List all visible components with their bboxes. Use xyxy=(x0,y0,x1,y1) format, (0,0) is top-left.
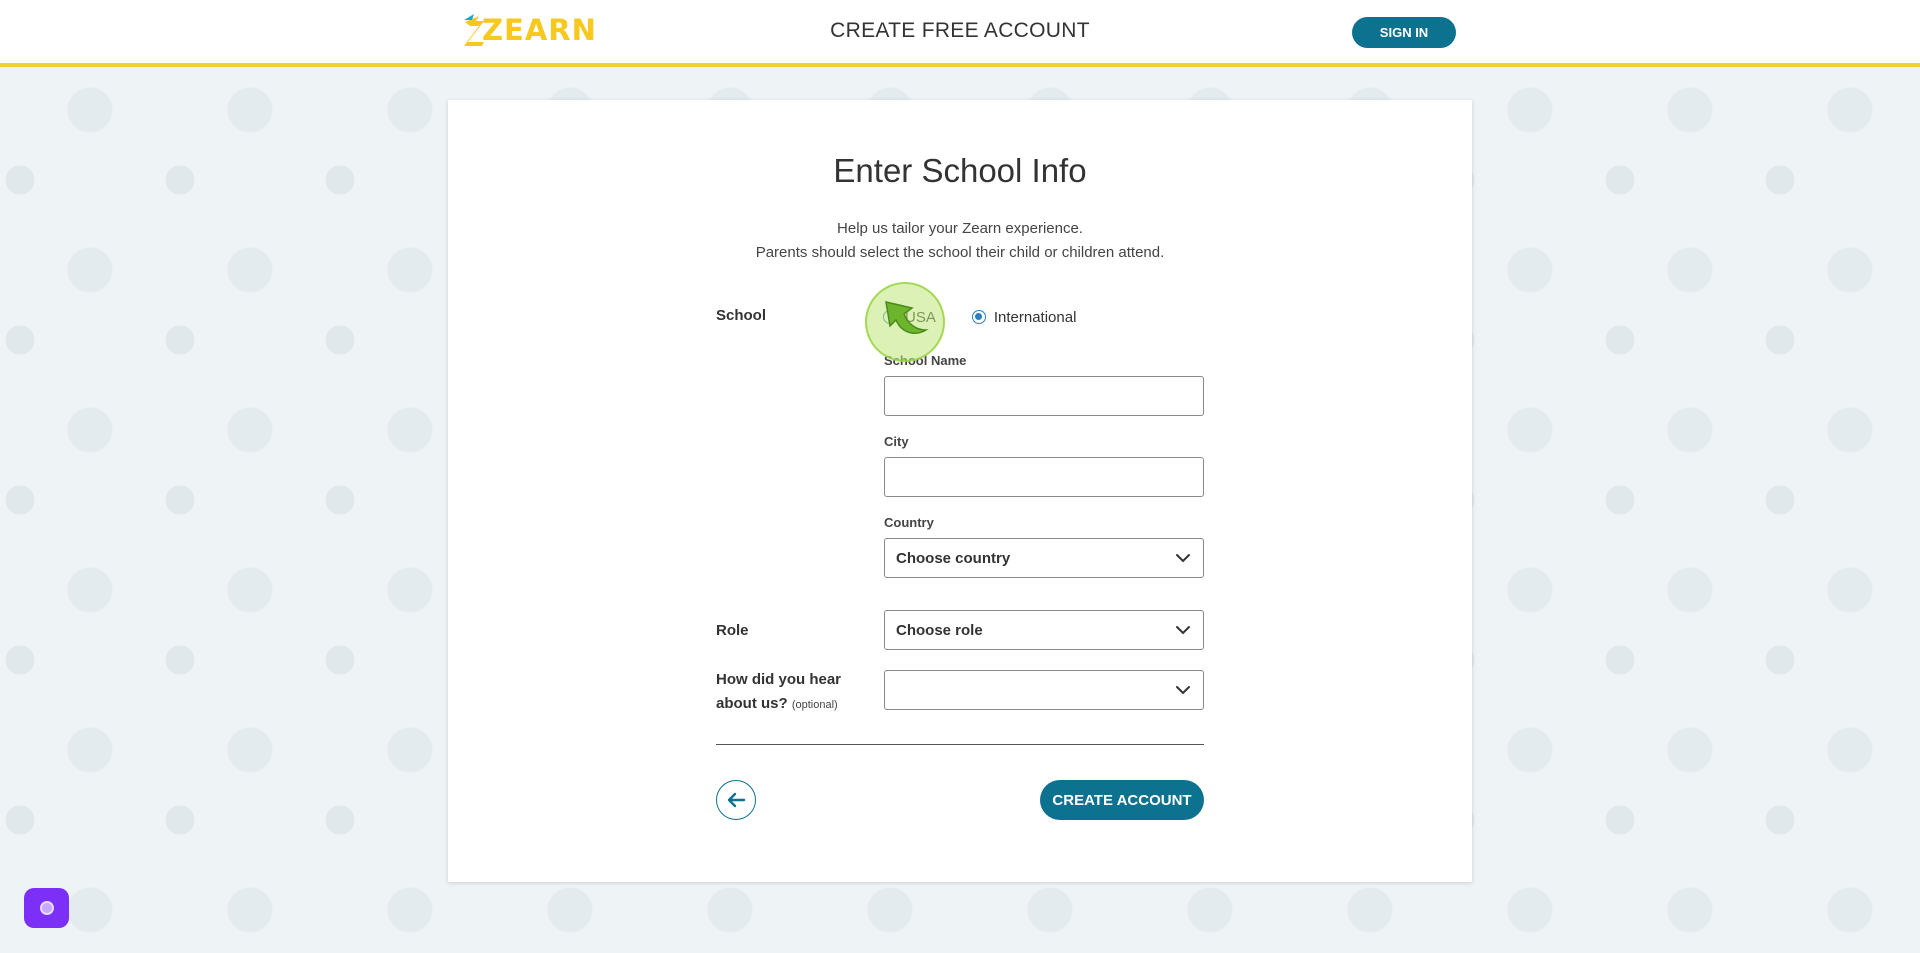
school-name-input[interactable] xyxy=(884,376,1204,416)
top-header: ZEARN CREATE FREE ACCOUNT SIGN IN xyxy=(0,0,1920,67)
radio-option-international[interactable]: International xyxy=(971,308,1077,326)
country-label: Country xyxy=(884,515,934,530)
radio-international[interactable] xyxy=(971,310,986,324)
school-location-radio-group: USA International xyxy=(883,305,1112,329)
back-button[interactable] xyxy=(716,780,756,820)
school-label: School xyxy=(716,307,767,324)
radio-international-label: International xyxy=(993,308,1077,326)
chat-widget-button[interactable] xyxy=(24,888,69,928)
subtitle-line-1: Help us tailor your Zearn experience. xyxy=(837,220,1083,237)
arrow-left-icon xyxy=(727,792,746,808)
city-input[interactable] xyxy=(884,457,1204,497)
radio-usa[interactable] xyxy=(883,310,897,324)
subtitle-line-2: Parents should select the school their c… xyxy=(755,244,1165,261)
school-name-label: School Name xyxy=(884,353,967,368)
radio-usa-label: USA xyxy=(905,308,936,326)
country-select-value: Choose country xyxy=(896,549,1011,567)
header-title: CREATE FREE ACCOUNT xyxy=(830,19,1090,42)
role-label: Role xyxy=(716,622,749,639)
radio-option-usa[interactable]: USA xyxy=(883,309,936,326)
city-label: City xyxy=(884,434,909,449)
role-select[interactable]: Choose role xyxy=(884,610,1204,650)
optional-tag: (optional) xyxy=(791,699,838,711)
school-info-card: Enter School Info Help us tailor your Ze… xyxy=(448,100,1472,882)
form-divider xyxy=(716,744,1204,745)
hear-about-label-line-2: about us? (optional) xyxy=(716,692,841,717)
chevron-down-icon xyxy=(1176,626,1190,635)
chevron-down-icon xyxy=(1176,554,1190,563)
hear-about-label-line-1: How did you hear xyxy=(716,671,842,688)
hear-about-label: How did you hear about us? (optional) xyxy=(716,668,841,717)
page-title: Enter School Info xyxy=(833,152,1087,189)
role-select-value: Choose role xyxy=(896,621,983,639)
hear-about-label-text: about us? xyxy=(716,695,788,712)
chat-icon xyxy=(39,901,54,915)
country-select[interactable]: Choose country xyxy=(884,538,1204,578)
create-account-button[interactable]: CREATE ACCOUNT xyxy=(1040,780,1204,820)
page-subtitle: Help us tailor your Zearn experience. Pa… xyxy=(448,217,1472,265)
hear-about-select[interactable] xyxy=(884,670,1204,710)
chevron-down-icon xyxy=(1176,686,1190,695)
sign-in-button[interactable]: SIGN IN xyxy=(1352,17,1456,48)
